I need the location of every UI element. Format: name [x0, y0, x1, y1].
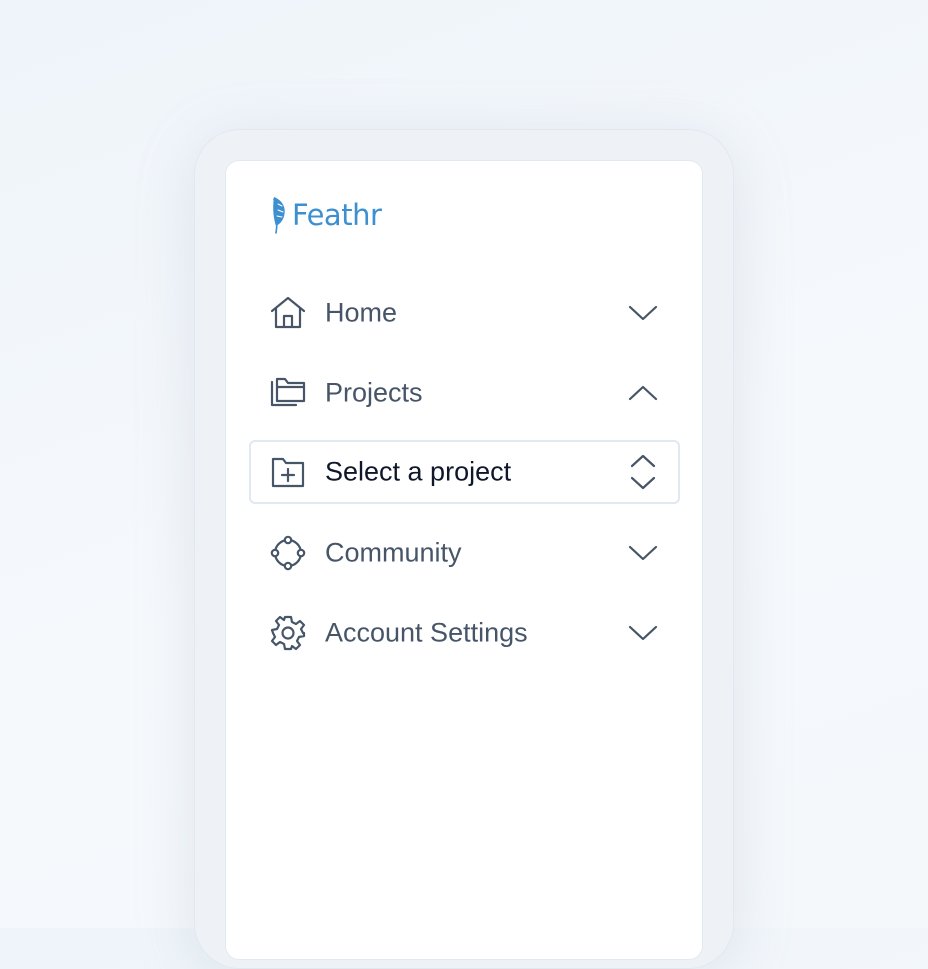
project-selector[interactable]: Select a project	[249, 440, 680, 504]
sidebar-panel: Feathr Home Projects Select a project Co…	[225, 160, 703, 960]
project-selector-label: Select a project	[325, 456, 512, 487]
feather-logo-icon	[273, 197, 285, 234]
selector-icon[interactable]	[626, 454, 660, 490]
nav-item-projects[interactable]: Projects	[249, 361, 680, 425]
nav-item-account-settings[interactable]: Account Settings	[249, 601, 680, 665]
chevron-down-icon[interactable]	[626, 616, 660, 650]
chevron-up-icon[interactable]	[626, 376, 660, 410]
chevron-down-icon[interactable]	[626, 536, 660, 570]
nav-label-home: Home	[325, 297, 398, 328]
app-name: Feathr	[292, 198, 382, 232]
folders-icon	[269, 374, 307, 412]
nav-label-community: Community	[325, 537, 462, 568]
nav-label-account-settings: Account Settings	[325, 617, 528, 648]
folder-plus-icon	[269, 453, 307, 491]
chevron-down-icon[interactable]	[626, 296, 660, 330]
nav-label-projects: Projects	[325, 377, 423, 408]
community-icon	[269, 534, 307, 572]
nav-item-community[interactable]: Community	[249, 521, 680, 585]
home-icon	[269, 294, 307, 332]
gear-icon	[269, 614, 307, 652]
app-logo[interactable]: Feathr	[268, 193, 382, 237]
nav-item-home[interactable]: Home	[249, 281, 680, 345]
